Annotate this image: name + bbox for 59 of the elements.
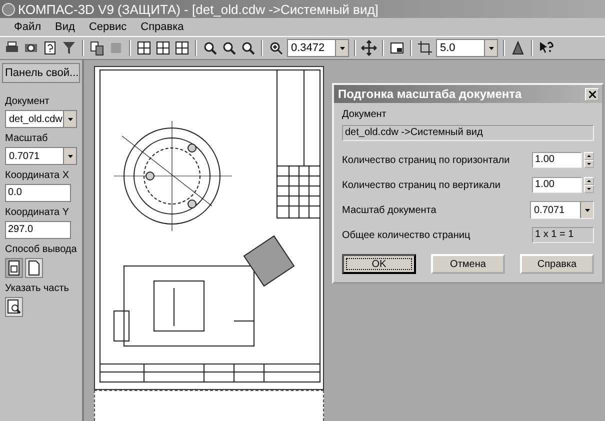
grid-icon[interactable]	[136, 40, 152, 56]
close-button[interactable]	[585, 88, 599, 100]
field-label: Документ	[5, 96, 50, 107]
corner-icon[interactable]	[417, 40, 433, 56]
document-field: det_old.cdw ->Системный вид	[342, 125, 594, 141]
caret-icon	[68, 118, 72, 120]
grid-icon[interactable]	[174, 40, 190, 56]
zoom-page-icon[interactable]	[5, 297, 23, 317]
page-frame-icon[interactable]	[5, 258, 23, 278]
page-icon[interactable]	[25, 258, 43, 278]
menu-item[interactable]: Сервис	[88, 21, 127, 33]
app-icon	[2, 2, 15, 16]
zoom-combo[interactable]: 0.3472	[287, 39, 349, 57]
caret-icon	[488, 46, 494, 50]
field-label: Масштаб	[5, 133, 49, 144]
filter-icon[interactable]	[61, 40, 77, 56]
menu-item[interactable]: Вид	[55, 21, 75, 33]
caret-icon	[68, 154, 72, 158]
field-label: Координата Y	[5, 207, 70, 218]
field-label: Количество страниц по вертикали	[342, 180, 500, 190]
field-label: Способ вывода	[5, 244, 77, 255]
menu-item[interactable]: Файл	[14, 21, 42, 33]
grid-icon[interactable]	[155, 40, 171, 56]
caret-icon	[584, 208, 590, 212]
move-icon[interactable]	[361, 40, 377, 56]
field-label: Указать часть	[5, 283, 70, 294]
readonly-field: 1 x 1 = 1	[532, 227, 594, 243]
field-label: Координата X	[5, 170, 70, 181]
up-arrow-icon	[587, 180, 591, 182]
menu-item[interactable]: Справка	[140, 21, 184, 33]
dialog-button[interactable]: Отмена	[431, 254, 505, 274]
dialog-button[interactable]: OK	[342, 254, 416, 274]
step-combo[interactable]: 5.0	[436, 39, 498, 57]
caret-icon	[340, 46, 344, 50]
down-arrow-icon	[587, 163, 591, 165]
window-title: КОМПАС-3D V9 (ЗАЩИТА) - [det_old.cdw ->Системный вид]	[18, 2, 378, 16]
combo-box[interactable]: det_old.cdw	[5, 110, 77, 128]
down-arrow-icon	[587, 188, 591, 190]
field-label: Масштаб документа	[342, 204, 436, 216]
combo-box[interactable]: 0.7071	[5, 147, 77, 165]
input-field[interactable]: 297.0	[5, 221, 71, 239]
field-label: Общее количество страниц	[342, 230, 470, 240]
zoom-in-icon[interactable]	[268, 40, 284, 56]
input-field[interactable]: 0.0	[5, 184, 71, 202]
help-icon[interactable]	[42, 40, 58, 56]
zoom-icon[interactable]	[202, 40, 218, 56]
zoom-icon[interactable]	[221, 40, 237, 56]
close-icon	[588, 90, 596, 98]
dialog-button[interactable]: Справка	[520, 254, 594, 274]
help-pointer-icon[interactable]	[538, 40, 554, 56]
up-arrow-icon	[587, 155, 591, 157]
field-label: Документ	[342, 109, 388, 120]
copy-icon[interactable]	[89, 40, 105, 56]
zoom-icon[interactable]	[240, 40, 256, 56]
dialog-title: Подгонка масштаба документа	[338, 87, 522, 101]
combo-box[interactable]: 0.7071	[530, 201, 594, 219]
field-label: Количество страниц по горизонтали	[342, 154, 510, 166]
window-icon[interactable]	[389, 40, 405, 56]
panel-tab[interactable]: Панель свой...	[2, 63, 80, 83]
